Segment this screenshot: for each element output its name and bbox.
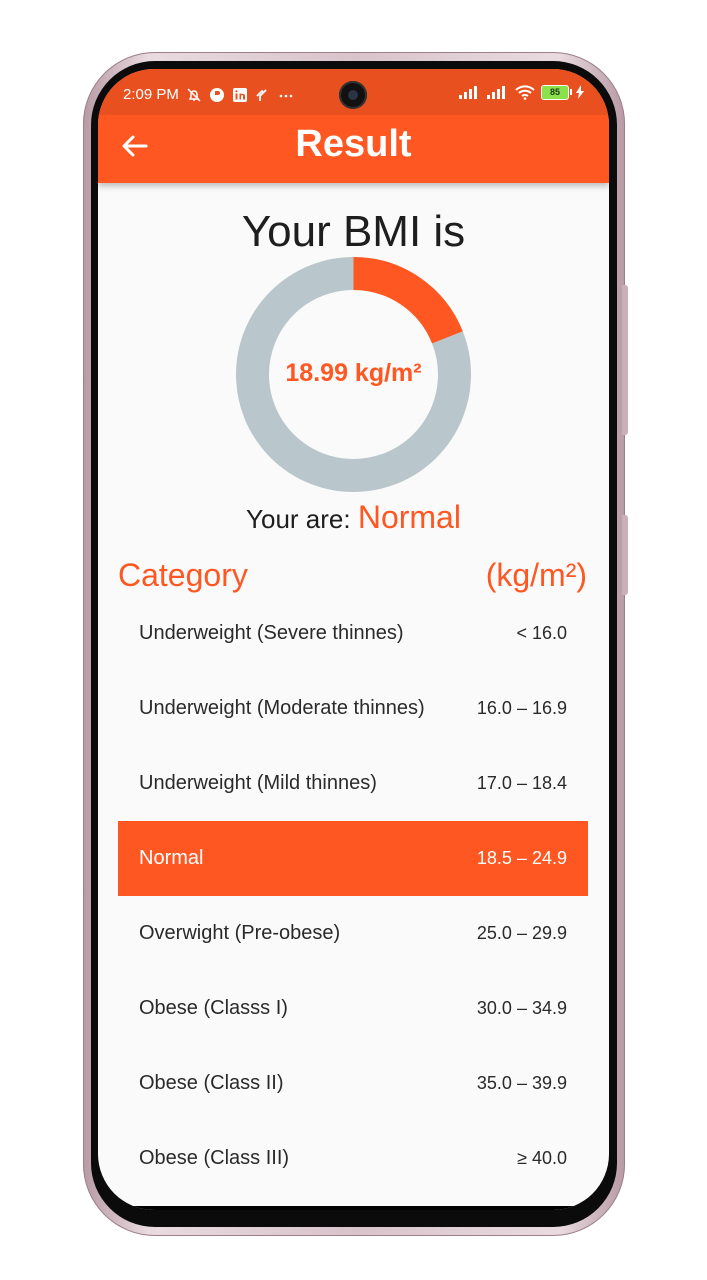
wifi-icon [515,85,535,100]
row-range: 18.5 – 24.9 [476,848,567,868]
table-row: Underweight (Moderate thinnes) 16.0 – 16.… [118,671,588,746]
row-range: 16.0 – 16.9 [476,698,567,718]
screen: 2:09 PM 85 Result Your BMI is 18.99 kg/m… [98,69,609,1210]
unit-header: (kg/m²) [485,557,587,593]
charging-icon [576,85,584,99]
table-row: Underweight (Severe thinnes) < 16.0 [118,596,588,671]
power-button [622,515,628,595]
result-label: Your are: [246,504,358,534]
table-row: Obese (Class III) ≥ 40.0 [118,1121,588,1196]
volume-button [622,285,628,435]
signal-icon [459,86,477,99]
row-range: ≥ 40.0 [517,1148,567,1168]
status-right: 85 [459,84,585,100]
row-category: Overwight (Pre-obese) [139,922,341,944]
row-category: Obese (Class II) [139,1072,284,1094]
table-row: Overwight (Pre-obese) 25.0 – 29.9 [118,896,588,971]
row-range: 17.0 – 18.4 [476,773,567,793]
result-category: Normal [357,499,461,535]
row-category: Obese (Classs I) [139,997,288,1019]
result-line: Your are: Normal [98,499,609,536]
bmi-heading: Your BMI is [241,207,466,256]
app-notification-icon [209,87,224,102]
category-header: Category [118,557,248,593]
missed-call-icon [256,88,267,101]
row-category: Underweight (Mild thinnes) [139,772,377,794]
app-bar: 2:09 PM 85 Result [98,69,609,183]
status-time: 2:09 PM [123,86,179,103]
row-range: < 16.0 [516,623,567,643]
row-category: Obese (Class III) [139,1147,290,1169]
more-dots-icon [279,94,293,97]
bmi-value: 18.99 kg/m² [285,359,422,387]
table-row: Obese (Class II) 35.0 – 39.9 [118,1046,588,1121]
row-range: 25.0 – 29.9 [476,923,567,943]
row-category: Underweight (Moderate thinnes) [139,697,425,719]
signal-icon [487,86,505,99]
mute-icon [187,87,201,102]
front-camera [339,81,367,109]
table-row: Normal 18.5 – 24.9 [118,821,588,896]
status-bar: 2:09 PM 85 [98,69,609,115]
linkedin-icon [232,87,247,102]
battery-icon: 85 [541,84,572,100]
row-category: Underweight (Severe thinnes) [139,622,404,644]
table-row: Obese (Classs I) 30.0 – 34.9 [118,971,588,1046]
page-title: Result [295,123,412,165]
row-range: 35.0 – 39.9 [476,1073,567,1093]
bmi-category-table: Underweight (Severe thinnes) < 16.0 Under… [118,596,588,1196]
status-left: 2:09 PM [123,86,294,103]
row-range: 30.0 – 34.9 [476,998,567,1018]
row-category: Normal [139,847,204,869]
table-row: Underweight (Mild thinnes) 17.0 – 18.4 [118,746,588,821]
screen-bottom-edge [98,1206,609,1210]
